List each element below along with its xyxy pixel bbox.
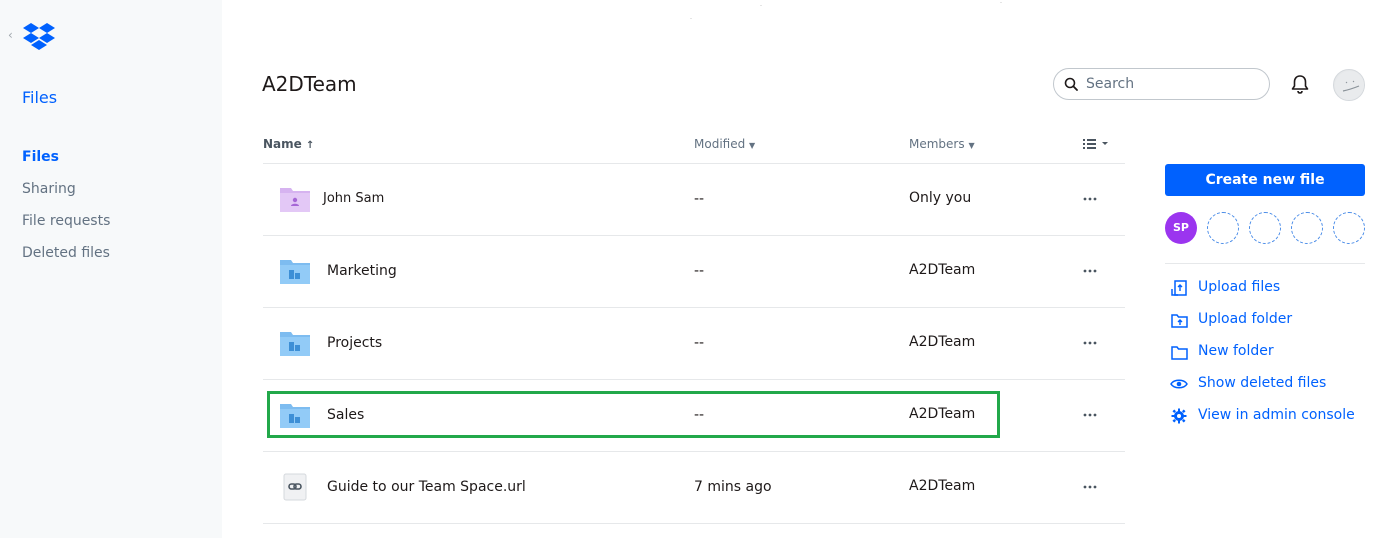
action-label: Show deleted files	[1198, 375, 1327, 391]
link-file-icon	[283, 473, 307, 501]
list-view-icon	[1083, 139, 1108, 149]
file-modified: --	[694, 335, 705, 351]
top-divider-speck	[690, 18, 692, 19]
column-header-name[interactable]: Name ↑	[263, 137, 314, 151]
file-members: A2DTeam	[909, 262, 976, 278]
sidebar-item-deleted-files[interactable]: Deleted files	[22, 244, 110, 276]
column-header-modified-label: Modified	[694, 137, 746, 151]
team-folder-icon	[280, 260, 310, 284]
file-modified: --	[694, 263, 705, 279]
search-input[interactable]	[1086, 73, 1261, 95]
member-avatar[interactable]: SP	[1165, 212, 1197, 244]
table-row[interactable]: Sales -- A2DTeam	[263, 380, 1125, 452]
sidebar-item-files[interactable]: Files	[22, 148, 110, 180]
gear-icon	[1171, 408, 1187, 424]
sidebar-title[interactable]: Files	[22, 88, 57, 107]
top-divider-speck	[1000, 2, 1002, 3]
action-label: View in admin console	[1198, 407, 1355, 423]
sidebar-item-file-requests[interactable]: File requests	[22, 212, 110, 244]
column-header-members[interactable]: Members ▼	[909, 137, 975, 151]
table-row[interactable]: John Sam -- Only you	[263, 164, 1125, 236]
table-row[interactable]: Guide to our Team Space.url 7 mins ago A…	[263, 452, 1125, 524]
top-divider-speck	[760, 5, 762, 6]
panel-divider	[1165, 263, 1365, 264]
upload-folder-icon	[1171, 314, 1188, 328]
back-chevron-icon[interactable]: ‹	[8, 28, 13, 42]
file-table: Name ↑ Modified ▼ Members ▼ John Sam -- …	[263, 128, 1125, 524]
user-avatar[interactable]	[1333, 69, 1365, 101]
more-options-icon[interactable]	[1081, 334, 1099, 352]
upload-file-icon	[1171, 280, 1187, 296]
file-members: A2DTeam	[909, 406, 976, 422]
empty-member-slot[interactable]	[1207, 212, 1239, 244]
new-folder-icon	[1171, 346, 1188, 360]
file-name[interactable]: Projects	[327, 335, 382, 351]
file-name[interactable]: Sales	[327, 407, 364, 423]
eye-icon	[1170, 379, 1188, 389]
empty-member-slot[interactable]	[1291, 212, 1323, 244]
file-name[interactable]: Marketing	[327, 263, 397, 279]
dropbox-logo-icon[interactable]	[22, 20, 56, 52]
create-new-file-button[interactable]: Create new file	[1165, 164, 1365, 196]
file-members: Only you	[909, 190, 972, 206]
table-row[interactable]: Projects -- A2DTeam	[263, 308, 1125, 380]
column-header-modified[interactable]: Modified ▼	[694, 137, 755, 151]
action-label: Upload files	[1198, 279, 1281, 295]
caret-down-icon: ▼	[968, 141, 975, 150]
sidebar-nav: Files Sharing File requests Deleted file…	[22, 148, 110, 276]
empty-member-slot[interactable]	[1333, 212, 1365, 244]
bell-icon[interactable]	[1289, 73, 1311, 95]
file-name[interactable]: John Sam	[323, 191, 384, 206]
more-options-icon[interactable]	[1081, 406, 1099, 424]
file-modified: 7 mins ago	[694, 479, 772, 495]
private-folder-icon	[280, 188, 310, 212]
column-header-members-label: Members	[909, 137, 965, 151]
avatar-face-icon	[1335, 71, 1364, 100]
column-header-name-label: Name	[263, 137, 302, 151]
more-options-icon[interactable]	[1081, 478, 1099, 496]
empty-member-slot[interactable]	[1249, 212, 1281, 244]
view-options-button[interactable]	[1083, 136, 1113, 152]
file-members: A2DTeam	[909, 334, 976, 350]
search-icon	[1064, 77, 1078, 91]
file-modified: --	[694, 407, 705, 423]
search-box[interactable]	[1053, 68, 1270, 100]
sidebar: ‹ Files Files Sharing File requests Dele…	[0, 0, 222, 538]
action-label: Upload folder	[1198, 311, 1293, 327]
more-options-icon[interactable]	[1081, 190, 1099, 208]
team-folder-icon	[280, 332, 310, 356]
table-row[interactable]: Marketing -- A2DTeam	[263, 236, 1125, 308]
more-options-icon[interactable]	[1081, 262, 1099, 280]
sort-arrow-up-icon: ↑	[305, 140, 315, 151]
table-header: Name ↑ Modified ▼ Members ▼	[263, 128, 1125, 164]
file-modified: --	[694, 191, 705, 207]
page-title: A2DTeam	[262, 72, 357, 96]
sidebar-item-sharing[interactable]: Sharing	[22, 180, 110, 212]
caret-down-icon: ▼	[749, 141, 756, 150]
file-members: A2DTeam	[909, 478, 976, 494]
action-label: New folder	[1198, 343, 1274, 359]
team-folder-icon	[280, 404, 310, 428]
file-name[interactable]: Guide to our Team Space.url	[327, 479, 526, 495]
